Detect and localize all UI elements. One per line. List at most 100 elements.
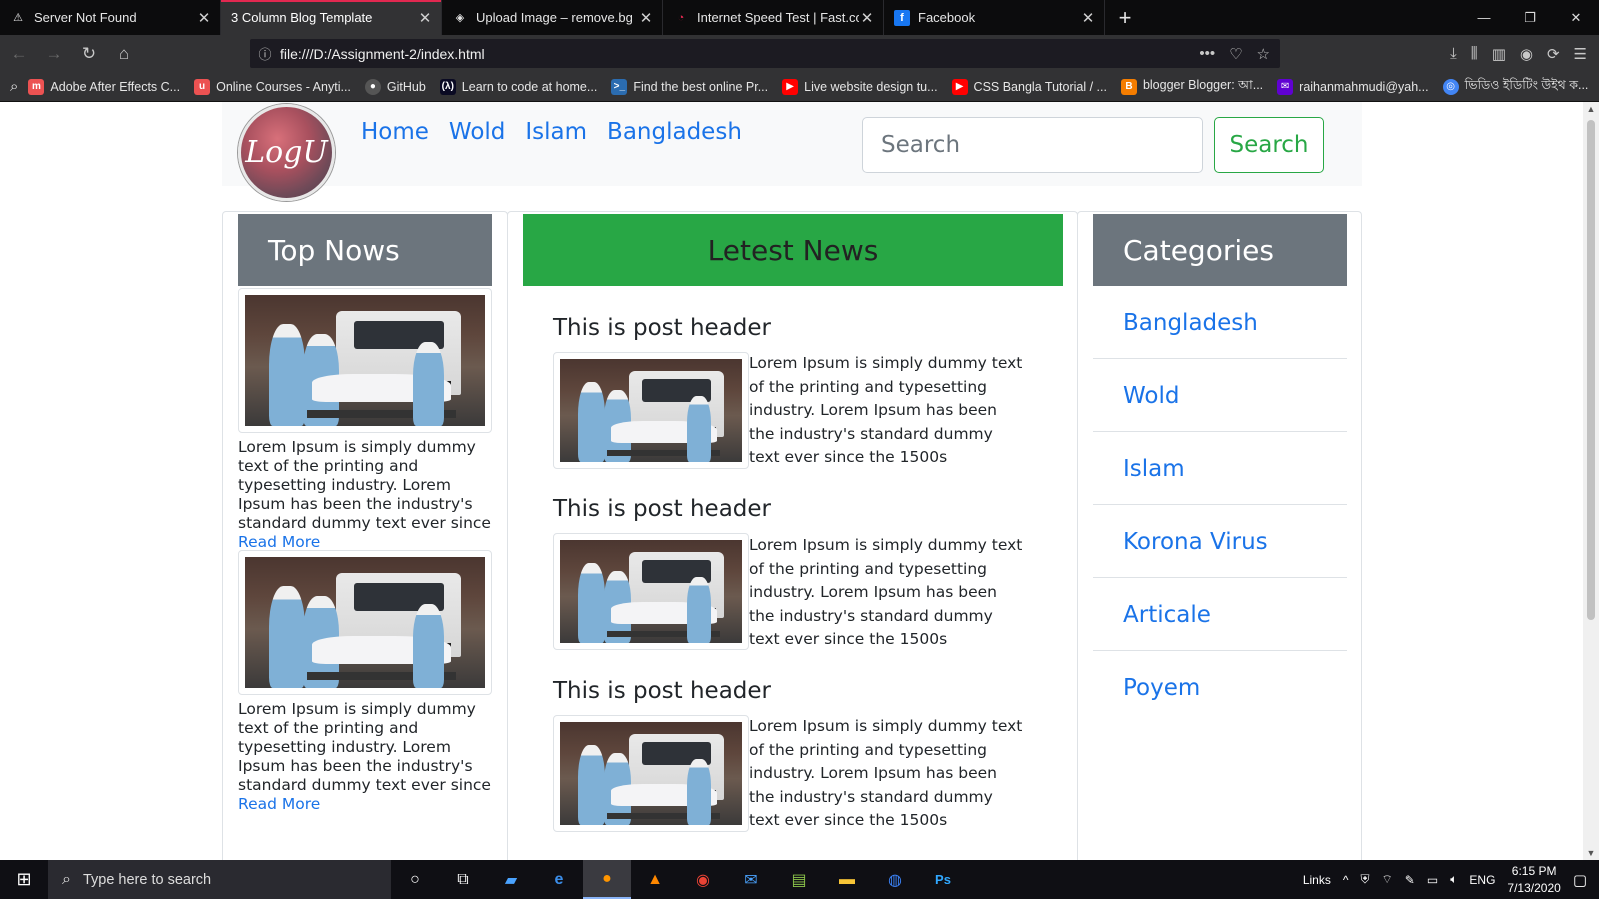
bookmark-item[interactable]: m Adobe After Effects C...	[28, 78, 180, 95]
url-text[interactable]: file:///D:/Assignment-2/index.html	[280, 46, 485, 62]
bookmark-item[interactable]: ◎ ভিডিও ইডিটিং উইথ ক...	[1442, 77, 1589, 97]
bookmark-item[interactable]: u Online Courses - Anyti...	[194, 78, 351, 95]
search-icon[interactable]: ⌕	[10, 78, 18, 95]
nav-wold[interactable]: Wold	[449, 119, 505, 145]
imo-icon[interactable]: ◍	[871, 860, 919, 899]
category-link-poyem[interactable]: Poyem	[1123, 675, 1200, 701]
close-tab-icon[interactable]: ✕	[859, 9, 875, 27]
scrollbar-thumb[interactable]	[1587, 120, 1595, 620]
site-logo[interactable]: LogU	[238, 104, 335, 201]
tab-server-not-found[interactable]: ⚠ Server Not Found ✕	[0, 0, 221, 35]
category-link-islam[interactable]: Islam	[1123, 456, 1185, 482]
pen-icon[interactable]: ✎	[1405, 873, 1415, 887]
mail-icon[interactable]: ✉	[727, 860, 775, 899]
cortana-icon[interactable]: ○	[391, 860, 439, 899]
bookmark-item[interactable]: ▶ Live website design tu...	[782, 78, 938, 95]
bookmark-item[interactable]: ▶ CSS Bangla Tutorial / ...	[951, 78, 1107, 95]
categories-column: Categories Bangladesh Wold Islam Korona …	[1077, 211, 1362, 860]
search-button[interactable]: Search	[1214, 117, 1324, 173]
scroll-up-icon[interactable]: ▲	[1583, 104, 1599, 114]
task-view-icon[interactable]: ⧉	[439, 860, 487, 899]
vlc-icon[interactable]: ▲	[631, 860, 679, 899]
nav-bangladesh[interactable]: Bangladesh	[607, 119, 742, 145]
new-tab-button[interactable]: +	[1105, 0, 1145, 35]
category-link-korona-virus[interactable]: Korona Virus	[1123, 529, 1268, 555]
page-actions-icon[interactable]: •••	[1199, 45, 1215, 63]
close-window-icon[interactable]: ✕	[1553, 0, 1599, 35]
photoshop-icon[interactable]: Ps	[919, 860, 967, 899]
post-image[interactable]	[553, 715, 749, 832]
youtube-icon: ▶	[782, 78, 799, 95]
category-link-wold[interactable]: Wold	[1123, 383, 1179, 409]
search-placeholder: Search	[881, 132, 961, 158]
sync-icon[interactable]: ⟳	[1547, 45, 1560, 63]
bookmark-item[interactable]: Bblogger Blogger: আ...	[1120, 77, 1263, 97]
bookmark-star-icon[interactable]: ☆	[1257, 45, 1270, 63]
home-icon[interactable]: ⌂	[108, 40, 140, 68]
taskbar-search[interactable]: ⌕ Type here to search	[48, 860, 391, 899]
nav-islam[interactable]: Islam	[525, 119, 587, 145]
menu-icon[interactable]: ☰	[1574, 45, 1587, 63]
app-icon[interactable]: ▰	[487, 860, 535, 899]
nav-home[interactable]: Home	[361, 119, 429, 145]
bookmark-item[interactable]: >_ Find the best online Pr...	[611, 78, 768, 95]
close-tab-icon[interactable]: ✕	[638, 9, 654, 27]
scroll-down-icon[interactable]: ▼	[1583, 848, 1599, 858]
category-link-articale[interactable]: Articale	[1123, 602, 1211, 628]
download-icon[interactable]: ⤓	[1450, 45, 1457, 62]
library-icon[interactable]: ⫼	[1471, 45, 1478, 62]
taskbar-search-placeholder: Type here to search	[82, 871, 212, 888]
bookmark-label: ভিডিও ইডিটিং উইথ ক...	[1464, 77, 1589, 92]
links-toolbar[interactable]: Links	[1303, 873, 1331, 887]
close-tab-icon[interactable]: ✕	[196, 9, 212, 27]
language-indicator[interactable]: ENG	[1469, 873, 1495, 887]
page-scrollbar[interactable]: ▲ ▼	[1583, 102, 1599, 860]
tab-remove-bg[interactable]: ◈ Upload Image – remove.bg ✕	[442, 0, 663, 35]
battery-icon[interactable]: ▭	[1427, 873, 1438, 887]
notepad-icon[interactable]: ▤	[775, 860, 823, 899]
address-bar[interactable]: ⓘ file:///D:/Assignment-2/index.html •••…	[250, 39, 1280, 68]
read-more-link[interactable]: Read More	[238, 533, 320, 551]
news-image[interactable]	[238, 288, 492, 433]
edge-icon[interactable]: e	[535, 860, 583, 899]
post-image[interactable]	[553, 352, 749, 469]
restore-icon[interactable]: ❐	[1507, 0, 1553, 35]
chrome-icon[interactable]: ◉	[679, 860, 727, 899]
news-image[interactable]	[238, 550, 492, 695]
volume-icon[interactable]: 🔈︎	[1450, 872, 1457, 887]
notifications-icon[interactable]: ▢	[1573, 871, 1587, 889]
close-tab-icon[interactable]: ✕	[417, 9, 433, 27]
post-image[interactable]	[553, 533, 749, 650]
udemy-icon: u	[194, 78, 211, 95]
reload-icon[interactable]: ↻	[73, 40, 105, 68]
search-input[interactable]: Search	[862, 117, 1203, 173]
category-item: Bangladesh	[1093, 287, 1347, 359]
category-item: Korona Virus	[1093, 506, 1347, 578]
file-explorer-icon[interactable]: ▬	[823, 860, 871, 899]
chevron-up-icon[interactable]: ^	[1343, 873, 1349, 887]
minimize-icon[interactable]: —	[1461, 0, 1507, 35]
sidebar-icon[interactable]: ▥	[1492, 45, 1506, 63]
bookmark-item[interactable]: ✉ raihanmahmudi@yah...	[1277, 78, 1429, 95]
firefox-icon[interactable]: ●	[583, 860, 631, 899]
wifi-icon[interactable]: ⌔	[1382, 872, 1393, 887]
account-icon[interactable]: ◉	[1520, 45, 1533, 63]
news-excerpt: Lorem Ipsum is simply dummy text of the …	[238, 438, 491, 551]
post-header: This is post header	[553, 678, 772, 704]
back-icon[interactable]: ←	[3, 40, 35, 68]
security-icon[interactable]: ⛨	[1361, 872, 1370, 887]
post-text: Lorem Ipsum is simply dummy text of the …	[749, 354, 1023, 466]
forward-icon[interactable]: →	[38, 40, 70, 68]
info-icon[interactable]: ⓘ	[250, 44, 280, 63]
bookmark-item[interactable]: ● GitHub	[364, 78, 426, 95]
tab-fast-com[interactable]: ◔ Internet Speed Test | Fast.com ✕	[663, 0, 884, 35]
tab-facebook[interactable]: f Facebook ✕	[884, 0, 1105, 35]
close-tab-icon[interactable]: ✕	[1080, 9, 1096, 27]
pocket-icon[interactable]: ♡	[1229, 45, 1242, 63]
bookmark-item[interactable]: (λ) Learn to code at home...	[439, 78, 597, 95]
windows-start-icon[interactable]: ⊞	[0, 860, 48, 899]
read-more-link[interactable]: Read More	[238, 795, 320, 813]
clock[interactable]: 6:15 PM 7/13/2020	[1507, 863, 1560, 897]
category-link-bangladesh[interactable]: Bangladesh	[1123, 310, 1258, 336]
tab-blog-template[interactable]: 3 Column Blog Template ✕	[221, 0, 442, 35]
